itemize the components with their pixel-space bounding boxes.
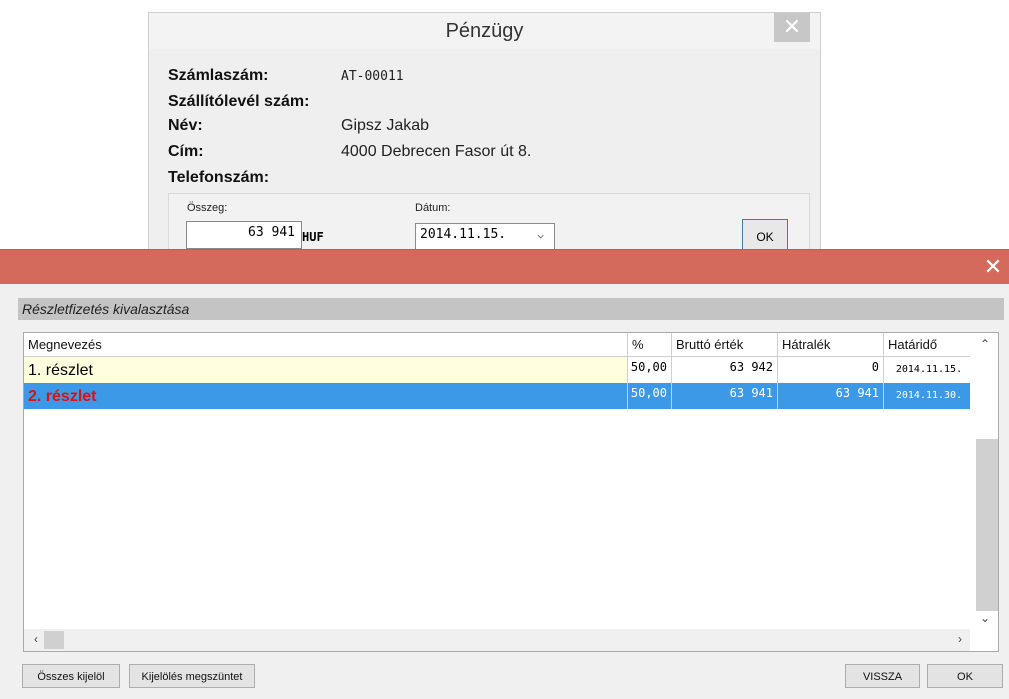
- date-picker[interactable]: 2014.11.15. ⌵: [415, 223, 555, 251]
- deselect-button[interactable]: Kijelölés megszüntet: [129, 664, 255, 688]
- payment-panel: Összeg: 63 941 HUF Dátum: 2014.11.15. ⌵ …: [168, 193, 810, 255]
- date-value: 2014.11.15.: [420, 227, 507, 242]
- delivery-note-label: Szállítólevél szám:: [168, 93, 310, 110]
- date-label: Dátum:: [415, 202, 451, 214]
- column-header-name[interactable]: Megnevezés: [24, 333, 628, 357]
- chevron-down-icon[interactable]: ⌵: [537, 224, 544, 246]
- installment-dialog-titlebar[interactable]: ✕: [0, 250, 1009, 284]
- scrollbar-thumb[interactable]: [44, 631, 64, 649]
- installment-dialog: ✕ Részletfizetés kivalasztása Megnevezés…: [0, 249, 1009, 699]
- horizontal-scrollbar[interactable]: ‹ ›: [24, 629, 970, 651]
- finance-dialog-titlebar[interactable]: Pénzügy ✕: [149, 13, 820, 49]
- currency-label: HUF: [302, 230, 324, 244]
- row-remaining: 0: [778, 357, 884, 383]
- row-name: 2. részlet: [24, 383, 628, 409]
- chevron-right-icon[interactable]: ›: [950, 632, 970, 646]
- row-name: 1. részlet: [24, 357, 628, 383]
- scrollbar-thumb[interactable]: [976, 439, 998, 611]
- column-header-gross[interactable]: Bruttó érték: [672, 333, 778, 357]
- row-gross: 63 942: [672, 357, 778, 383]
- invoice-number-label: Számlaszám:: [168, 67, 269, 84]
- address-value: 4000 Debrecen Fasor út 8.: [341, 143, 532, 160]
- close-icon[interactable]: ✕: [977, 250, 1009, 284]
- select-all-button[interactable]: Összes kijelöl: [22, 664, 120, 688]
- finance-dialog: Pénzügy ✕ Számlaszám: AT-00011 Szállítól…: [148, 12, 821, 255]
- finance-dialog-title: Pénzügy: [445, 20, 524, 42]
- chevron-down-icon[interactable]: ⌄: [975, 611, 995, 625]
- row-gross: 63 941: [672, 383, 778, 409]
- close-icon[interactable]: ✕: [774, 13, 810, 42]
- name-value: Gipsz Jakab: [341, 117, 430, 134]
- address-label: Cím:: [168, 143, 204, 160]
- name-label: Név:: [168, 117, 203, 134]
- column-header-percent[interactable]: %: [628, 333, 672, 357]
- phone-label: Telefonszám:: [168, 169, 270, 186]
- back-button[interactable]: VISSZA: [845, 664, 920, 688]
- chevron-up-icon[interactable]: ⌃: [975, 337, 995, 351]
- amount-label: Összeg:: [187, 202, 228, 214]
- column-header-remaining[interactable]: Hátralék: [778, 333, 884, 357]
- installment-grid[interactable]: Megnevezés % Bruttó érték Hátralék Határ…: [23, 332, 999, 652]
- amount-input[interactable]: 63 941: [186, 221, 302, 249]
- section-title: Részletfizetés kivalasztása: [18, 298, 1004, 320]
- row-percent: 50,00: [628, 383, 672, 409]
- row-remaining: 63 941: [778, 383, 884, 409]
- table-row[interactable]: 1. részlet 50,00 63 942 0 2014.11.15.: [24, 357, 970, 383]
- invoice-number-value: AT-00011: [341, 69, 404, 84]
- ok-button[interactable]: OK: [927, 664, 1003, 688]
- chevron-left-icon[interactable]: ‹: [26, 632, 46, 646]
- vertical-scrollbar[interactable]: ⌃ ⌄: [972, 333, 998, 651]
- table-row[interactable]: 2. részlet 50,00 63 941 63 941 2014.11.3…: [24, 383, 970, 409]
- column-header-deadline[interactable]: Határidő: [884, 333, 970, 357]
- row-deadline: 2014.11.15.: [895, 364, 963, 375]
- row-percent: 50,00: [628, 357, 672, 383]
- row-deadline: 2014.11.30.: [895, 390, 963, 401]
